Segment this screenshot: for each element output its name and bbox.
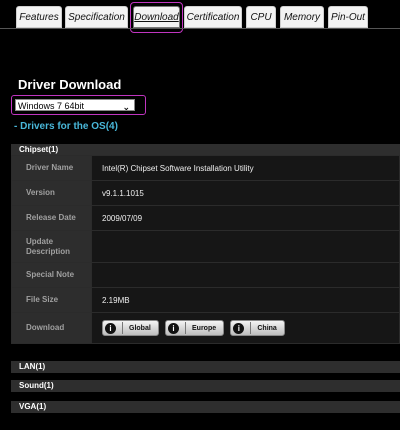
button-separator [250,322,252,334]
os-select-highlight: Windows 7 64bit ⌄ [11,95,146,115]
chipset-details-table: Driver Name Intel(R) Chipset Software In… [11,155,400,344]
download-europe-button[interactable]: i Europe [165,320,225,336]
os-select-value: Windows 7 64bit [18,101,85,111]
tab-label: Certification [186,11,240,23]
tab-pin-out[interactable]: Pin-Out [328,6,368,28]
download-icon: i [233,322,245,334]
drivers-for-os-link[interactable]: - Drivers for the OS(4) [14,121,118,132]
row-label: Version [11,180,92,206]
row-label: Release Date [11,205,92,231]
category-label: Chipset(1) [19,145,59,154]
download-buttons-cell: i Global i Europe i China [91,312,400,344]
table-row: Download i Global i Europe i China [11,312,400,344]
tab-label: Features [19,11,59,23]
download-icon: i [105,322,116,334]
tab-features[interactable]: Features [16,6,62,28]
table-row: Update Description [11,230,400,263]
tab-memory[interactable]: Memory [280,6,324,28]
table-row: Release Date 2009/07/09 [11,205,400,231]
category-vga[interactable]: VGA(1) [11,401,400,413]
page-title: Driver Download [18,77,122,92]
tab-label: Specification [68,11,125,23]
row-label: Special Note [11,262,92,288]
category-label: VGA(1) [19,402,47,411]
table-row: File Size 2.19MB [11,287,400,313]
tab-label: Memory [283,11,321,23]
category-lan[interactable]: LAN(1) [11,361,400,373]
row-value: 2.19MB [91,287,400,313]
button-separator [122,322,123,334]
category-sound[interactable]: Sound(1) [11,380,400,392]
os-select[interactable]: Windows 7 64bit ⌄ [15,99,135,112]
tab-label: Pin-Out [331,11,365,23]
tab-certification[interactable]: Certification [184,6,242,28]
row-value: v9.1.1.1015 [91,180,400,206]
download-button-label: Europe [192,324,217,332]
table-row: Special Note [11,262,400,288]
row-label: Driver Name [11,155,92,181]
download-button-label: China [257,324,277,332]
category-label: Sound(1) [19,381,54,390]
row-label: File Size [11,287,92,313]
chevron-down-icon: ⌄ [122,102,130,112]
row-value [91,230,400,263]
download-button-label: Global [129,324,151,332]
row-label: Update Description [11,230,92,263]
download-global-button[interactable]: i Global [102,320,159,336]
tab-bar: Features Specification Download Certific… [0,0,400,33]
row-value: Intel(R) Chipset Software Installation U… [91,155,400,181]
tab-specification[interactable]: Specification [65,6,128,28]
download-icon: i [168,322,180,334]
download-china-button[interactable]: i China [230,320,285,336]
category-label: LAN(1) [19,362,46,371]
tab-divider [0,28,400,29]
table-row: Version v9.1.1.1015 [11,180,400,206]
row-value [91,262,400,288]
tab-cpu[interactable]: CPU [246,6,276,28]
table-row: Driver Name Intel(R) Chipset Software In… [11,155,400,181]
button-separator [185,322,187,334]
row-label: Download [11,312,92,344]
row-value: 2009/07/09 [91,205,400,231]
tab-label: CPU [250,11,272,23]
